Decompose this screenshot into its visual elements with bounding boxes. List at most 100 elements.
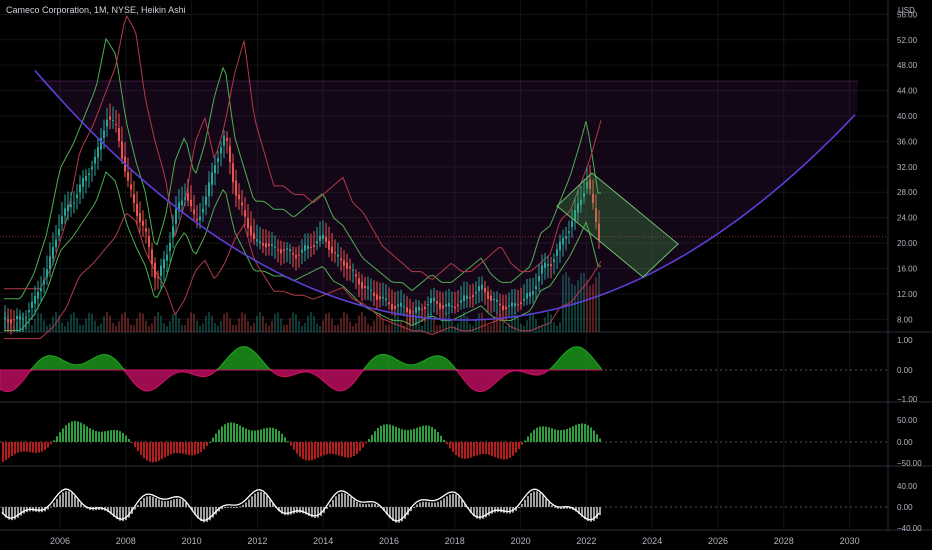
osc2-bar [581,423,583,442]
candle-body [520,302,522,305]
volume-bar [118,321,120,332]
osc2-bar [122,432,124,442]
volume-bar [472,325,474,332]
osc2-bar [239,425,241,442]
volume-bar [145,320,147,332]
candle-body [136,203,138,216]
osc2-bar [206,442,208,446]
osc3-bar [599,507,601,516]
osc2-bar [548,427,550,442]
candle-body [157,276,159,278]
osc2-bar [140,442,142,455]
candle-body [334,252,336,254]
chart-canvas[interactable]: 2006 2008 2010 2012 2014 2016 2018 2020 2022 2024… [0,0,932,550]
pane-1-tick-label: 0.00 [897,366,913,375]
osc2-bar [245,428,247,442]
osc2-bar [503,442,505,460]
osc3-bar [533,491,535,507]
candle-body [262,243,264,246]
candle-body [358,278,360,285]
osc3-bar [350,497,352,507]
osc2-bar [146,442,148,461]
osc2-bar [95,430,97,442]
osc3-bar [353,499,355,507]
osc2-bar [326,442,328,455]
osc3-bar [236,507,238,508]
volume-bar [436,325,438,332]
osc2-bar [269,427,271,442]
osc2-bar [299,442,301,457]
osc2-bar [38,442,40,453]
volume-bar [358,315,360,332]
volume-bar [559,322,561,332]
y-tick-label: 28.00 [897,188,918,197]
candle-body [424,306,426,309]
osc3-bar [356,501,358,507]
osc2-bar [125,435,127,442]
osc3-bar [509,507,511,514]
candle-body [112,120,114,122]
candle-body [376,294,378,300]
osc3-bar [452,493,454,507]
volume-bar [52,316,54,332]
candle-body [265,243,267,248]
candle-body [511,302,513,307]
osc3-bar [299,507,301,513]
candle-body [193,209,195,215]
candle-body [154,262,156,279]
candle-body [352,269,354,271]
osc2-bar [152,442,154,463]
volume-bar [271,320,273,332]
osc2-bar [41,442,43,452]
osc2-bar [14,442,16,455]
candle-body [202,208,204,213]
candle-body [271,244,273,246]
candle-body [523,298,525,301]
x-tick-label: 2012 [247,536,267,546]
osc3-bar [251,496,253,507]
x-tick-label: 2026 [708,536,728,546]
osc3-bar [287,507,289,516]
candle-body [121,141,123,159]
osc2-bar [11,442,13,456]
osc2-bar [434,429,436,442]
volume-bar [154,316,156,332]
candle-body [145,228,147,232]
osc2-bar [473,442,475,457]
candle-body [163,259,165,269]
candle-body [397,304,399,307]
y-tick-label: 52.00 [897,36,918,45]
candle-body [469,297,471,299]
candle-body [421,308,423,310]
osc2-bar [533,429,535,442]
osc3-bar [524,499,526,507]
osc3-bar [254,493,256,507]
candle-body [181,200,183,206]
candle-body [280,249,282,254]
volume-bar [460,315,462,332]
osc2-bar [53,440,55,442]
osc3-bar [179,498,181,507]
volume-bar [136,318,138,332]
volume-bar [88,312,90,332]
volume-bar [151,323,153,332]
volume-bar [592,284,594,332]
candle-body [496,299,498,302]
osc3-bar [290,507,292,515]
volume-bar [496,312,498,332]
osc3-bar [59,495,61,507]
osc2-bar [386,424,388,442]
osc2-bar [296,442,298,454]
candle-body [370,289,372,291]
candle-body [562,238,564,245]
osc2-bar [227,422,229,442]
candle-body [10,319,12,323]
osc3-bar [488,507,490,516]
candle-body [94,156,96,164]
osc2-bar [293,442,295,450]
osc3-bar [233,507,235,508]
osc2-bar [329,442,331,454]
osc3-bar [263,492,265,507]
candle-body [322,234,324,240]
osc3-bar [158,499,160,507]
